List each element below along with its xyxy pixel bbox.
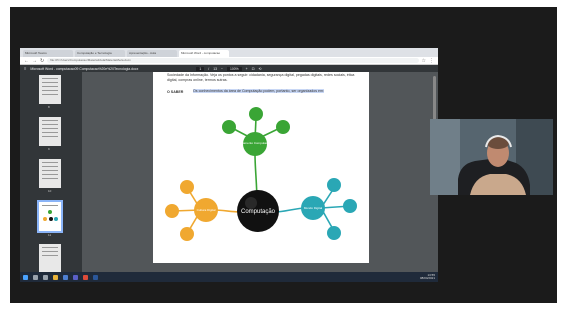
browser-tab[interactable]: Computação e Tecnologia [75, 50, 125, 57]
thumbnail-number: 10 [48, 189, 52, 193]
thumbnail-sidebar: 8 9 10 11 [20, 72, 82, 272]
page-separator: / [208, 66, 210, 71]
teal-branch-label: Mundo Digital [304, 206, 323, 210]
page-number-input[interactable]: 1 [196, 66, 205, 71]
star-icon[interactable]: ☆ [422, 57, 426, 65]
zoom-in-icon[interactable]: + [246, 67, 248, 71]
word-icon[interactable] [93, 274, 98, 280]
clock-date: 08/04/2021 [419, 276, 435, 280]
video-call-canvas: Microsoft Teams Computação e Tecnologia … [10, 7, 557, 303]
taskbar-clock: 13:55 08/04/2021 [419, 273, 435, 281]
orange-leaf-node [180, 227, 194, 241]
page-thumbnail[interactable] [39, 117, 61, 146]
body-text: Sociedade da Informação. Veja os pontos … [167, 73, 355, 82]
teal-leaf-node [327, 178, 341, 192]
pdf-page-controls: 1 / 13 − 100% + ⊡ ⟲ [196, 66, 261, 71]
page-total: 13 [213, 66, 217, 71]
orange-leaf-node [180, 180, 194, 194]
start-icon[interactable] [23, 274, 28, 280]
zoom-out-icon[interactable]: − [221, 67, 223, 71]
browser-tab-bar: Microsoft Teams Computação e Tecnologia … [20, 48, 438, 57]
document-page: Sociedade da Informação. Veja os pontos … [153, 72, 369, 263]
center-node-shine [245, 197, 257, 209]
zoom-level[interactable]: 100% [226, 66, 242, 71]
page-thumbnail[interactable] [39, 75, 61, 104]
green-leaf-node [276, 120, 290, 134]
participant-video [430, 119, 553, 195]
green-branch-label: Pensamento Computacional [236, 141, 274, 145]
menu-icon[interactable]: ⋮ [429, 57, 434, 65]
thumbnail-number: 11 [48, 233, 52, 237]
selected-text[interactable]: Os conhecimentos da área de Computação p… [193, 89, 353, 93]
page-thumbnail[interactable] [39, 159, 61, 188]
folder-icon[interactable] [53, 274, 58, 280]
mind-map: Pensamento Computacional Cultura Digital… [165, 107, 357, 241]
teal-leaf-node [343, 199, 357, 213]
orange-branch-label: Cultura Digital [197, 208, 216, 212]
orange-leaf-node [165, 204, 179, 218]
highlighted-sentence: Os conhecimentos da área de Computação p… [193, 89, 325, 93]
forward-icon[interactable]: → [32, 57, 37, 65]
chrome-icon[interactable] [83, 274, 88, 280]
browser-tab-active[interactable]: Microsoft Word - computacao [179, 50, 229, 57]
teams-icon[interactable] [73, 274, 78, 280]
thumbnail-number: 8 [48, 105, 50, 109]
search-icon[interactable] [33, 274, 38, 280]
page-thumbnail-selected[interactable] [37, 200, 63, 233]
reload-icon[interactable]: ↻ [40, 57, 44, 65]
participant-video-tile[interactable] [430, 119, 553, 195]
url-input[interactable]: file:///C:/Users/Computacao/Material/Aul… [47, 58, 419, 63]
pdf-toolbar: ≡ Microsoft Word - computacao09 Computac… [20, 65, 438, 72]
address-bar: ← → ↻ file:///C:/Users/Computacao/Materi… [20, 57, 438, 65]
page-thumbnail[interactable] [39, 244, 61, 272]
green-leaf-node [222, 120, 236, 134]
green-leaf-node [249, 107, 263, 121]
browser-tab[interactable]: Microsoft Teams [23, 50, 73, 57]
teal-leaf-node [327, 226, 341, 240]
task-view-icon[interactable] [43, 274, 48, 280]
center-label: Computação [241, 209, 276, 215]
rotate-icon[interactable]: ⟲ [258, 67, 261, 71]
browser-tab[interactable]: Apresentação - Aula [127, 50, 177, 57]
thumbnail-number: 9 [48, 147, 50, 151]
windows-taskbar: 13:55 08/04/2021 [20, 272, 438, 282]
document-area[interactable]: Sociedade da Informação. Veja os pontos … [82, 72, 438, 272]
fit-page-icon[interactable]: ⊡ [252, 67, 255, 71]
back-icon[interactable]: ← [24, 57, 29, 65]
mail-icon[interactable] [63, 274, 68, 280]
shared-screen: Microsoft Teams Computação e Tecnologia … [20, 48, 438, 282]
pdf-title: Microsoft Word - computacao09 Computacao… [30, 66, 139, 71]
